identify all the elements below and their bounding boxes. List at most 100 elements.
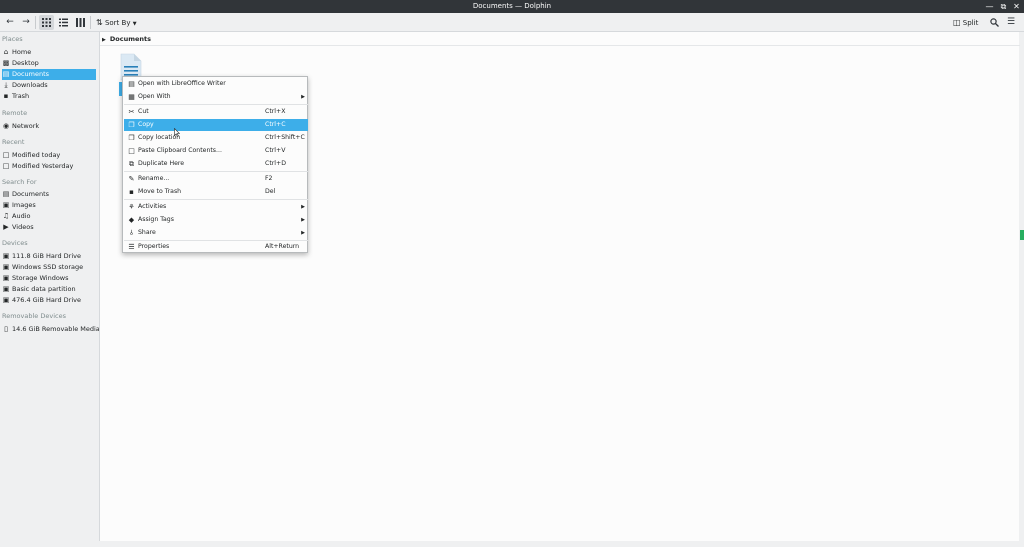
mouse-pointer-icon: [174, 128, 180, 137]
desktop-icon: ▩: [2, 59, 10, 67]
status-bar: [99, 541, 1019, 547]
hard-drive-icon: ▣: [2, 296, 10, 304]
trash-icon: ▪: [129, 188, 134, 196]
downloads-icon: ⤓: [4, 81, 8, 89]
menu-separator: [124, 199, 308, 200]
split-label: Split: [962, 19, 979, 27]
cut-icon: ✂: [128, 108, 135, 116]
sidebar-item-modified-yesterday[interactable]: □ Modified Yesterday: [2, 161, 96, 172]
chevron-right-icon: ▶: [301, 94, 305, 100]
back-icon[interactable]: ←: [3, 15, 17, 30]
sidebar-item-device-2[interactable]: ▣ Windows SSD storage: [2, 262, 96, 273]
menu-item-share[interactable]: ⫰ Share ▶: [124, 227, 308, 239]
duplicate-icon: ⧉: [129, 160, 134, 168]
sidebar-item-modified-today[interactable]: □ Modified today: [2, 150, 96, 161]
split-icon: ◫: [953, 18, 961, 27]
context-menu: ▤ Open with LibreOffice Writer ▦ Open Wi…: [122, 76, 308, 253]
breadcrumb: ▶ Documents: [100, 32, 1020, 46]
writer-icon: ▤: [128, 80, 135, 88]
details-view-icon[interactable]: [73, 15, 88, 30]
recent-section-header: Recent: [2, 138, 25, 146]
copy-icon: ❐: [128, 121, 135, 129]
menu-item-activities[interactable]: ⚘ Activities ▶: [124, 201, 308, 213]
menu-item-cut[interactable]: ✂ Cut Ctrl+X: [124, 106, 308, 118]
sort-by-label: Sort By: [104, 19, 131, 27]
hard-drive-icon: ▣: [2, 263, 10, 271]
sidebar-item-device-4[interactable]: ▣ Basic data partition: [2, 284, 96, 295]
paste-icon: □: [128, 147, 135, 155]
trash-icon: ▪: [3, 92, 9, 100]
forward-icon[interactable]: →: [19, 15, 33, 30]
chevron-right-icon: ▶: [301, 217, 305, 223]
places-panel: Places ⌂ Home ▩ Desktop ▤ Documents ⤓ Downlo…: [0, 32, 100, 547]
properties-icon: ☰: [128, 243, 135, 251]
menu-item-open-with-writer[interactable]: ▤ Open with LibreOffice Writer: [124, 78, 308, 90]
window-title: Documents — Dolphin: [472, 2, 552, 10]
toolbar: ← → ⇅ Sort By ▼ ◫ Split ☰: [0, 13, 1024, 32]
chevron-right-icon: ▶: [301, 230, 305, 236]
sidebar-item-network[interactable]: ◉ Network: [2, 121, 96, 132]
restore-icon[interactable]: ⧉: [998, 1, 1009, 12]
menu-item-open-with[interactable]: ▦ Open With ▶: [124, 91, 308, 103]
breadcrumb-documents[interactable]: Documents: [110, 35, 151, 43]
activities-icon: ⚘: [128, 203, 135, 211]
hard-drive-icon: ▣: [2, 285, 10, 293]
calendar-icon: □: [2, 151, 10, 159]
sidebar-item-device-1[interactable]: ▣ 111.8 GiB Hard Drive: [2, 251, 96, 262]
rename-icon: ✎: [128, 175, 135, 183]
documents-icon: ▤: [2, 70, 10, 78]
sidebar-item-downloads[interactable]: ⤓ Downloads: [2, 80, 96, 91]
menu-item-copy[interactable]: ❐ Copy Ctrl+C: [124, 119, 308, 131]
menu-item-duplicate[interactable]: ⧉ Duplicate Here Ctrl+D: [124, 158, 308, 170]
sidebar-item-images[interactable]: ▣ Images: [2, 200, 96, 211]
sidebar-item-device-3[interactable]: ▣ Storage Windows: [2, 273, 96, 284]
open-with-icon: ▦: [128, 93, 135, 101]
devices-section-header: Devices: [2, 239, 28, 247]
hard-drive-icon: ▣: [2, 274, 10, 282]
sidebar-item-search-documents[interactable]: ▤ Documents: [2, 189, 96, 200]
tag-icon: ◆: [128, 216, 135, 224]
sort-by-button[interactable]: ⇅ Sort By ▼: [96, 15, 137, 30]
sidebar-item-trash[interactable]: ▪ Trash: [2, 91, 96, 102]
sidebar-item-videos[interactable]: ▶ Videos: [2, 222, 96, 233]
sidebar-item-removable-media[interactable]: ▯ 14.6 GiB Removable Media: [2, 324, 100, 335]
sidebar-item-device-5[interactable]: ▣ 476.4 GiB Hard Drive: [2, 295, 96, 306]
places-section-header: Places: [2, 35, 23, 43]
icons-view-icon[interactable]: [39, 15, 54, 30]
search-icon[interactable]: [987, 15, 1001, 30]
toolbar-divider: [35, 16, 36, 29]
menu-item-move-to-trash[interactable]: ▪ Move to Trash Del: [124, 186, 308, 198]
documents-icon: ▤: [2, 190, 10, 198]
split-button[interactable]: ◫ Split: [953, 15, 978, 30]
sidebar-item-audio[interactable]: ♫ Audio: [2, 211, 96, 222]
copy-location-icon: ❐: [128, 134, 135, 142]
sidebar-item-desktop[interactable]: ▩ Desktop: [2, 58, 96, 69]
home-icon: ⌂: [3, 48, 9, 56]
sidebar-item-documents[interactable]: ▤ Documents: [2, 69, 96, 80]
minimize-icon[interactable]: —: [984, 1, 995, 12]
screen-edge-indicator: [1020, 230, 1024, 240]
calendar-icon: □: [2, 162, 10, 170]
menu-separator: [124, 171, 308, 172]
menu-item-properties[interactable]: ☰ Properties Alt+Return: [124, 241, 308, 253]
menu-separator: [124, 104, 308, 105]
hard-drive-icon: ▣: [2, 252, 10, 260]
usb-drive-icon: ▯: [4, 325, 8, 333]
title-bar: Documents — Dolphin — ⧉ ✕: [0, 0, 1024, 13]
sidebar-item-home[interactable]: ⌂ Home: [2, 47, 96, 58]
remote-section-header: Remote: [2, 109, 28, 117]
menu-item-rename[interactable]: ✎ Rename... F2: [124, 173, 308, 185]
chevron-down-icon: ▼: [132, 21, 137, 27]
removable-section-header: Removable Devices: [2, 312, 66, 320]
share-icon: ⫰: [129, 229, 134, 237]
menu-item-paste[interactable]: □ Paste Clipboard Contents... Ctrl+V: [124, 145, 308, 157]
sort-icon: ⇅: [96, 18, 103, 27]
menu-item-copy-location[interactable]: ❐ Copy location Ctrl+Shift+C: [124, 132, 308, 144]
close-icon[interactable]: ✕: [1011, 1, 1022, 12]
chevron-right-icon: ▶: [301, 204, 305, 210]
hamburger-menu-icon[interactable]: ☰: [1004, 15, 1018, 30]
search-section-header: Search For: [2, 178, 37, 186]
chevron-right-icon[interactable]: ▶: [102, 33, 106, 47]
menu-item-assign-tags[interactable]: ◆ Assign Tags ▶: [124, 214, 308, 226]
compact-view-icon[interactable]: [56, 15, 71, 30]
